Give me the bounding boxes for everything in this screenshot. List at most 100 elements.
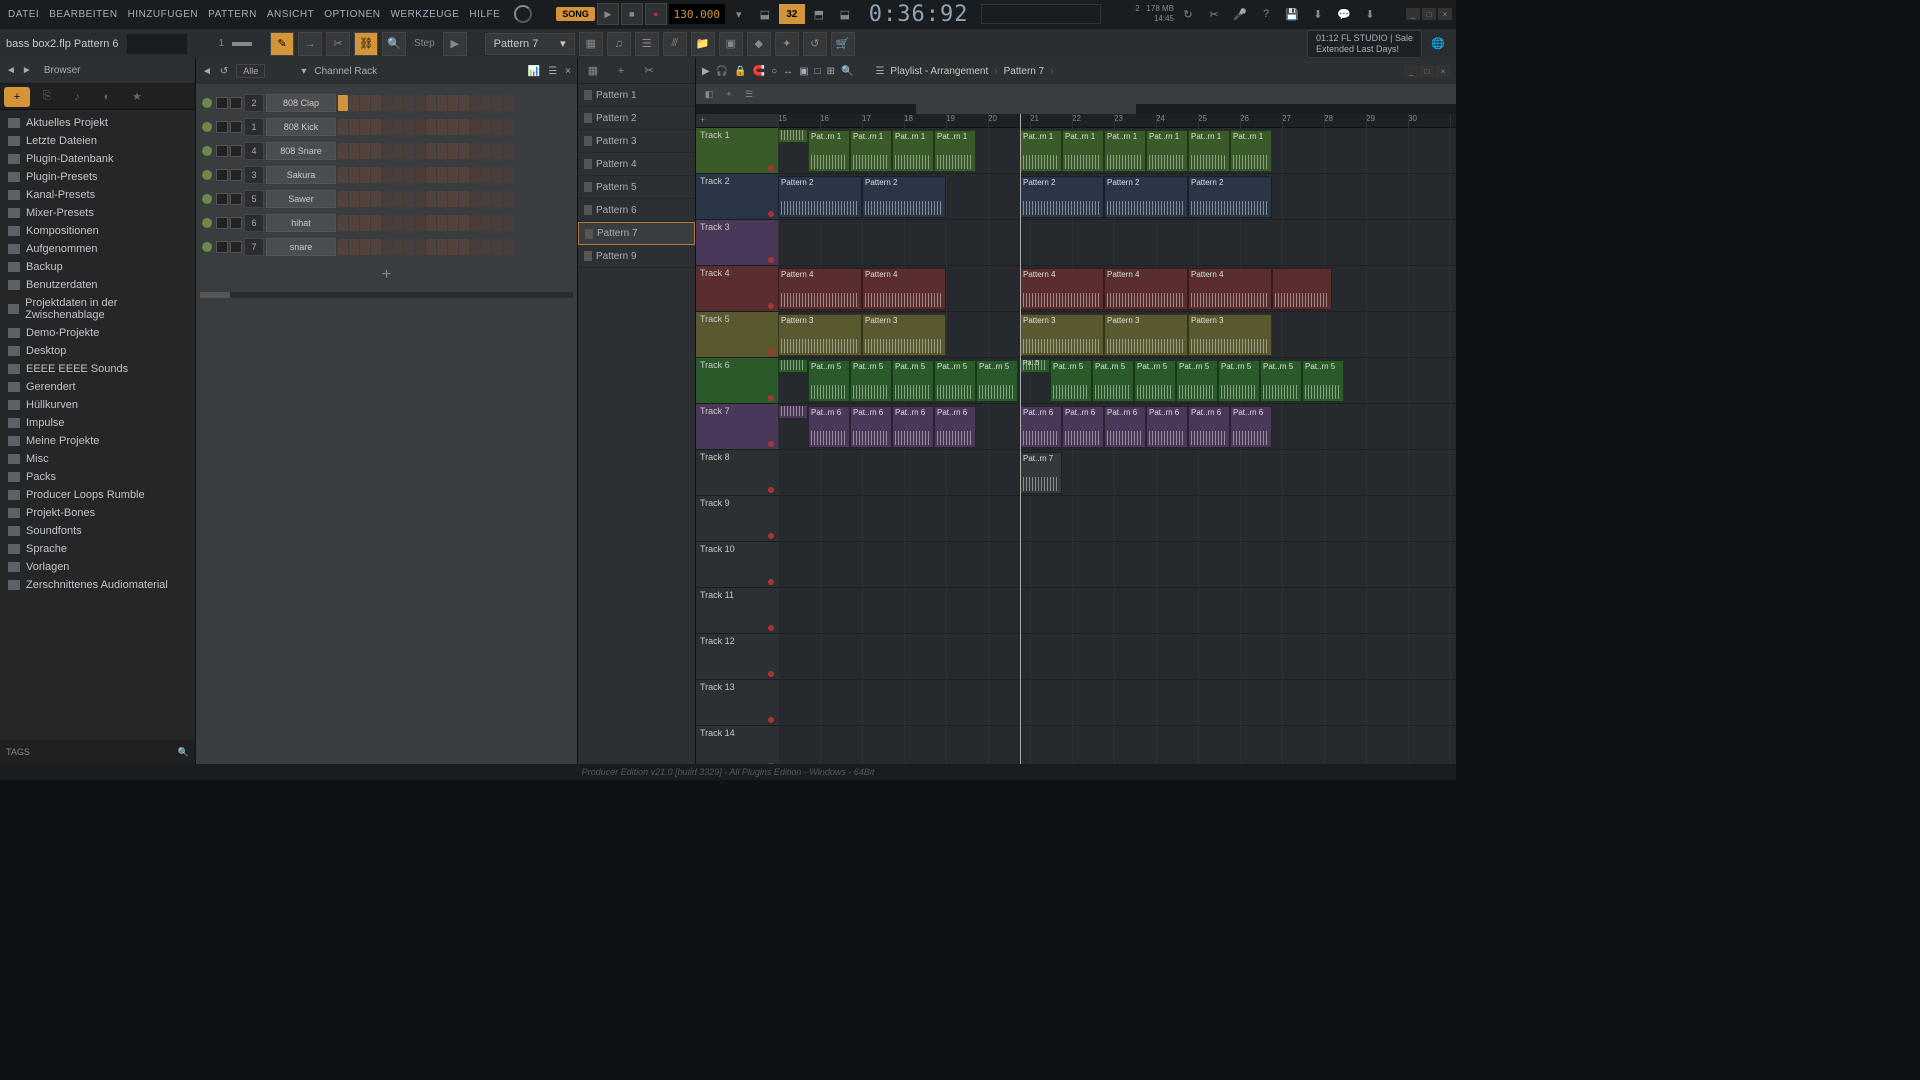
clip[interactable]: Pat..rn 1 <box>1230 130 1272 172</box>
step-cell[interactable] <box>393 95 403 111</box>
step-cell[interactable] <box>338 215 348 231</box>
channel-name[interactable]: 808 Clap <box>266 94 336 112</box>
view-plugin4[interactable]: ↺ <box>803 32 827 56</box>
view-plugin2[interactable]: ◆ <box>747 32 771 56</box>
undo-history-icon[interactable]: ↻ <box>1176 2 1200 26</box>
maximize-button[interactable]: □ <box>1422 8 1436 20</box>
clip[interactable]: Pat..rn 5 <box>934 360 976 402</box>
tree-item[interactable]: Vorlagen <box>0 558 195 576</box>
pl-close-button[interactable]: × <box>1436 65 1450 77</box>
step-cell[interactable] <box>481 191 491 207</box>
playlist-crumb2[interactable]: Pattern 7 <box>1004 66 1045 77</box>
rack-close-icon[interactable]: × <box>565 66 571 77</box>
graph-icon[interactable]: 📊 <box>528 66 540 77</box>
step-cell[interactable] <box>404 143 414 159</box>
step-cell[interactable] <box>393 191 403 207</box>
menu-hinzufugen[interactable]: HINZUFUGEN <box>124 7 203 22</box>
channel-led[interactable] <box>202 170 212 180</box>
step-cell[interactable] <box>481 167 491 183</box>
pattern-item[interactable]: Pattern 1 <box>578 84 695 107</box>
channel-led[interactable] <box>202 98 212 108</box>
step-cell[interactable] <box>371 143 381 159</box>
step-cell[interactable] <box>349 143 359 159</box>
step-cell[interactable] <box>470 215 480 231</box>
tree-item[interactable]: Gerendert <box>0 378 195 396</box>
menu-pattern[interactable]: PATTERN <box>204 7 261 22</box>
step-cell[interactable] <box>415 239 425 255</box>
step-cell[interactable] <box>349 215 359 231</box>
step-cell[interactable] <box>437 95 447 111</box>
tempo-display[interactable]: 130.000 <box>669 4 725 24</box>
pattern-item[interactable]: Pattern 5 <box>578 176 695 199</box>
step-cell[interactable] <box>448 191 458 207</box>
countdown-icon[interactable]: ⬒ <box>807 2 831 26</box>
step-cell[interactable] <box>338 95 348 111</box>
tree-item[interactable]: Hüllkurven <box>0 396 195 414</box>
step-cell[interactable] <box>492 119 502 135</box>
minimap[interactable] <box>696 104 1456 114</box>
timesig-display[interactable]: 32 <box>779 4 805 24</box>
step-cell[interactable] <box>426 239 436 255</box>
tools-icon[interactable]: ✂ <box>1202 2 1226 26</box>
step-cell[interactable] <box>426 191 436 207</box>
tree-item[interactable]: Aktuelles Projekt <box>0 114 195 132</box>
pattern-selector[interactable]: Pattern 7▾ <box>485 33 575 55</box>
step-cell[interactable] <box>503 95 513 111</box>
track-header[interactable]: Track 12 <box>696 634 778 680</box>
step-cell[interactable] <box>481 95 491 111</box>
add-track-icon[interactable]: + <box>700 115 705 124</box>
channel-name[interactable]: Sawer <box>266 190 336 208</box>
tree-item[interactable]: Mixer-Presets <box>0 204 195 222</box>
clip[interactable]: Pattern 3 <box>862 314 946 356</box>
rack-fwd-icon[interactable]: ↺ <box>220 66 228 77</box>
track-lane[interactable]: Pat..rn 1Pat..rn 1Pat..rn 1Pat..rn 1Pat.… <box>778 128 1456 174</box>
track-header[interactable]: Track 9 <box>696 496 778 542</box>
step-cell[interactable] <box>470 119 480 135</box>
news-panel[interactable]: 01:12 FL STUDIO | Sale Extended Last Day… <box>1307 30 1422 58</box>
step-cell[interactable] <box>415 215 425 231</box>
snap-slider[interactable] <box>232 42 252 46</box>
track-header[interactable]: Track 1 <box>696 128 778 174</box>
step-cell[interactable] <box>448 119 458 135</box>
track-arm-icon[interactable] <box>768 165 774 171</box>
channel-mute[interactable] <box>216 169 228 181</box>
chat-icon[interactable]: 💬 <box>1332 2 1356 26</box>
channel-mute[interactable] <box>216 217 228 229</box>
tree-item[interactable]: Plugin-Presets <box>0 168 195 186</box>
pl-lock-icon[interactable]: 🔒 <box>734 66 746 77</box>
pattern-item[interactable]: Pattern 6 <box>578 199 695 222</box>
clip[interactable] <box>778 129 808 143</box>
pl-tool-c[interactable]: ☰ <box>740 86 758 102</box>
clip[interactable]: Pat..rn 6 <box>1104 406 1146 448</box>
track-arm-icon[interactable] <box>768 303 774 309</box>
step-cell[interactable] <box>360 215 370 231</box>
channel-solo[interactable] <box>230 217 242 229</box>
tags-label[interactable]: TAGS <box>6 747 30 757</box>
step-cell[interactable] <box>393 119 403 135</box>
minimize-button[interactable]: _ <box>1406 8 1420 20</box>
view-channelrack[interactable]: ☰ <box>635 32 659 56</box>
pattern-item[interactable]: Pattern 2 <box>578 107 695 130</box>
channel-mute[interactable] <box>216 145 228 157</box>
tool-paint[interactable]: → <box>298 32 322 56</box>
channel-solo[interactable] <box>230 193 242 205</box>
track-lane[interactable]: Pattern 4Pattern 4Pattern 4Pattern 4Patt… <box>778 266 1456 312</box>
pl-zoom-icon[interactable]: 🔍 <box>841 66 853 77</box>
track-arm-icon[interactable] <box>768 533 774 539</box>
step-cell[interactable] <box>459 167 469 183</box>
clip[interactable]: Pattern 2 <box>1104 176 1188 218</box>
add-channel-button[interactable]: + <box>200 260 573 290</box>
step-cell[interactable] <box>459 143 469 159</box>
step-cell[interactable] <box>349 239 359 255</box>
overdub-icon[interactable]: ⬓ <box>833 2 857 26</box>
track-lane[interactable]: Pat..rn 7 <box>778 450 1456 496</box>
pl-play-icon[interactable]: ▶ <box>702 66 710 77</box>
browser-tab-5[interactable]: ★ <box>124 87 150 107</box>
tree-item[interactable]: Projektdaten in der Zwischenablage <box>0 294 195 324</box>
step-cell[interactable] <box>371 215 381 231</box>
browser-tree[interactable]: Aktuelles ProjektLetzte DateienPlugin-Da… <box>0 110 195 740</box>
tree-item[interactable]: Backup <box>0 258 195 276</box>
rack-back-icon[interactable]: ◄ <box>202 66 212 77</box>
clip[interactable] <box>778 359 808 373</box>
step-cell[interactable] <box>382 239 392 255</box>
